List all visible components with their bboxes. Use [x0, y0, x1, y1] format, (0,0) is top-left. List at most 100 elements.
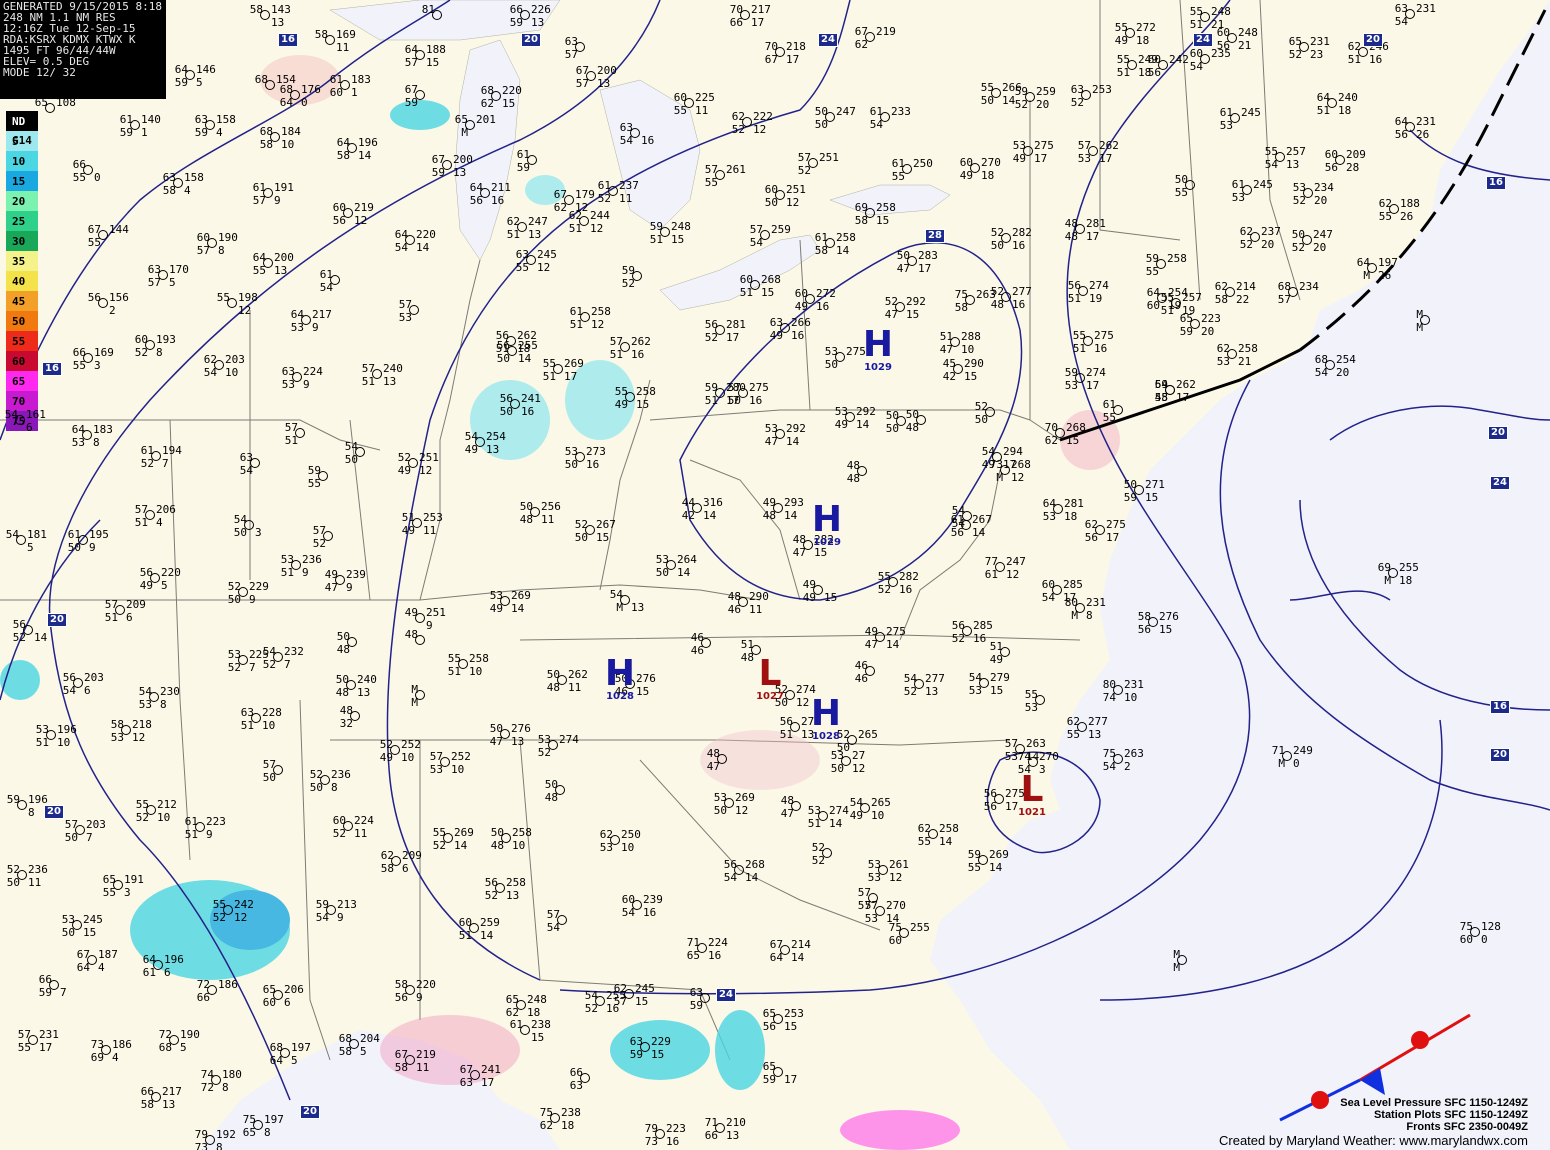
station-pressure: 188 [1400, 197, 1420, 210]
station-pressure: 158 [216, 113, 236, 126]
station-dewpoint: 51 [1116, 66, 1130, 79]
station-temp: 75 [539, 1106, 553, 1119]
station-dewpoint: 32 [339, 717, 353, 730]
station-pressure: 258 [469, 652, 489, 665]
station-pressure-change: 14 [416, 241, 430, 254]
station-dewpoint: 48 [335, 686, 349, 699]
station-pressure-change: 10 [469, 665, 483, 678]
station-temp: 54 [968, 671, 982, 684]
station-pressure: 253 [423, 511, 443, 524]
station-dewpoint: 47 [489, 735, 503, 748]
station-dewpoint: 51 [1189, 18, 1203, 31]
station-temp: 54 [849, 796, 863, 809]
station-dewpoint: 49 [397, 464, 411, 477]
station-pressure: 276 [511, 722, 531, 735]
station-temp: 60 [134, 333, 148, 346]
station-pressure: 209 [126, 598, 146, 611]
station-pressure-change: 16 [666, 1135, 680, 1148]
station-dewpoint: 50 [814, 118, 828, 131]
station-pressure-change: 9 [303, 378, 310, 391]
station-pressure-change: 15 [651, 1048, 665, 1061]
station-dewpoint: 47 [780, 807, 794, 820]
station-dewpoint: 52 [484, 889, 498, 902]
station-pressure-change: 12 [735, 804, 749, 817]
station-dewpoint: 55 [967, 861, 981, 874]
station-temp: 75 [242, 1113, 256, 1126]
station-pressure-change: 15 [784, 1020, 798, 1033]
station-pressure: 290 [749, 590, 769, 603]
station-pressure: 231 [1086, 596, 1106, 609]
station-pressure: 244 [590, 209, 610, 222]
station-dewpoint: 52 [1288, 48, 1302, 61]
station-temp: 52 [227, 580, 241, 593]
station-temp: 68 [338, 1032, 352, 1045]
station-temp: 81 [421, 3, 435, 16]
station-temp: 62 [1066, 715, 1080, 728]
station-dewpoint: 54 [1102, 760, 1116, 773]
credits: Sea Level Pressure SFC 1150-1249Z Statio… [1219, 1097, 1528, 1148]
station-pressure: 282 [899, 570, 919, 583]
station-temp: 63 [194, 113, 208, 126]
legend-label: 70 [12, 395, 26, 408]
station-dewpoint: 56 [1324, 161, 1338, 174]
station-dewpoint: 62 [480, 97, 494, 110]
station-dewpoint: 53 [1077, 152, 1091, 165]
station-temp: 60 [959, 156, 973, 169]
station-temp: 54 [981, 445, 995, 458]
station-dewpoint: 54 [749, 236, 763, 249]
station-pressure-change: 22 [1236, 293, 1250, 306]
station-dewpoint: 55 [515, 261, 529, 274]
station-temp: 57 [749, 223, 763, 236]
legend-extra: G14 [12, 134, 32, 147]
station-temp: 57 [1004, 737, 1018, 750]
station-pressure-change: 4 [98, 961, 105, 974]
legend-label: 60 [12, 355, 26, 368]
station-dewpoint: 74 [1102, 691, 1116, 704]
station-pressure-change: 15 [824, 591, 838, 604]
station-temp: 68 [480, 84, 494, 97]
station-pressure-change: 0 [301, 96, 308, 109]
pressure-letter: H [811, 499, 843, 540]
station-pressure: 255 [910, 921, 930, 934]
station-pressure: 245 [1253, 178, 1273, 191]
legend-item: 50 [2, 311, 42, 331]
station-temp: 64 [252, 251, 266, 264]
station-pressure: 248 [671, 220, 691, 233]
station-pressure: 192 [216, 1128, 236, 1141]
station-dewpoint: 57 [857, 899, 871, 912]
legend-label: 45 [12, 295, 26, 308]
station-pressure-change: 14 [745, 871, 759, 884]
station-pressure-change: 14 [703, 509, 717, 522]
station-pressure: 257 [1286, 145, 1306, 158]
station-pressure: 264 [677, 553, 697, 566]
isobar-label: 20 [47, 613, 67, 627]
station-pressure-change: 17 [1099, 152, 1113, 165]
station-pressure-change: 15 [531, 1031, 545, 1044]
station-temp: 67 [854, 25, 868, 38]
station-temp: 60 [794, 287, 808, 300]
station-temp: 48 [404, 628, 418, 641]
station-temp: 70 [729, 3, 743, 16]
station-dewpoint: 47 [324, 581, 338, 594]
station-pressure-change: 10 [512, 839, 526, 852]
station-pressure: 241 [521, 392, 541, 405]
station-pressure: 223 [1201, 312, 1221, 325]
station-temp: 62 [599, 828, 613, 841]
station-pressure: 242 [234, 898, 254, 911]
station-pressure: 275 [749, 381, 769, 394]
station-pressure-change: 5 [169, 276, 176, 289]
station-pressure-change: 13 [274, 264, 288, 277]
station-pressure-change: 8 [216, 1141, 223, 1150]
station-pressure: 288 [961, 330, 981, 343]
station-dewpoint: 50 [61, 926, 75, 939]
station-pressure-change: 1 [141, 126, 148, 139]
station-dewpoint: 51 [240, 719, 254, 732]
station-temp: 63 [1070, 83, 1084, 96]
station-dewpoint: 50 [496, 352, 510, 365]
station-temp: 60 [1041, 578, 1055, 591]
station-temp: 63 [162, 171, 176, 184]
station-dewpoint: 54 [1394, 15, 1408, 28]
station-dewpoint: 54 [723, 871, 737, 884]
station-temp: 57 [609, 335, 623, 348]
station-temp: 74 [200, 1068, 214, 1081]
